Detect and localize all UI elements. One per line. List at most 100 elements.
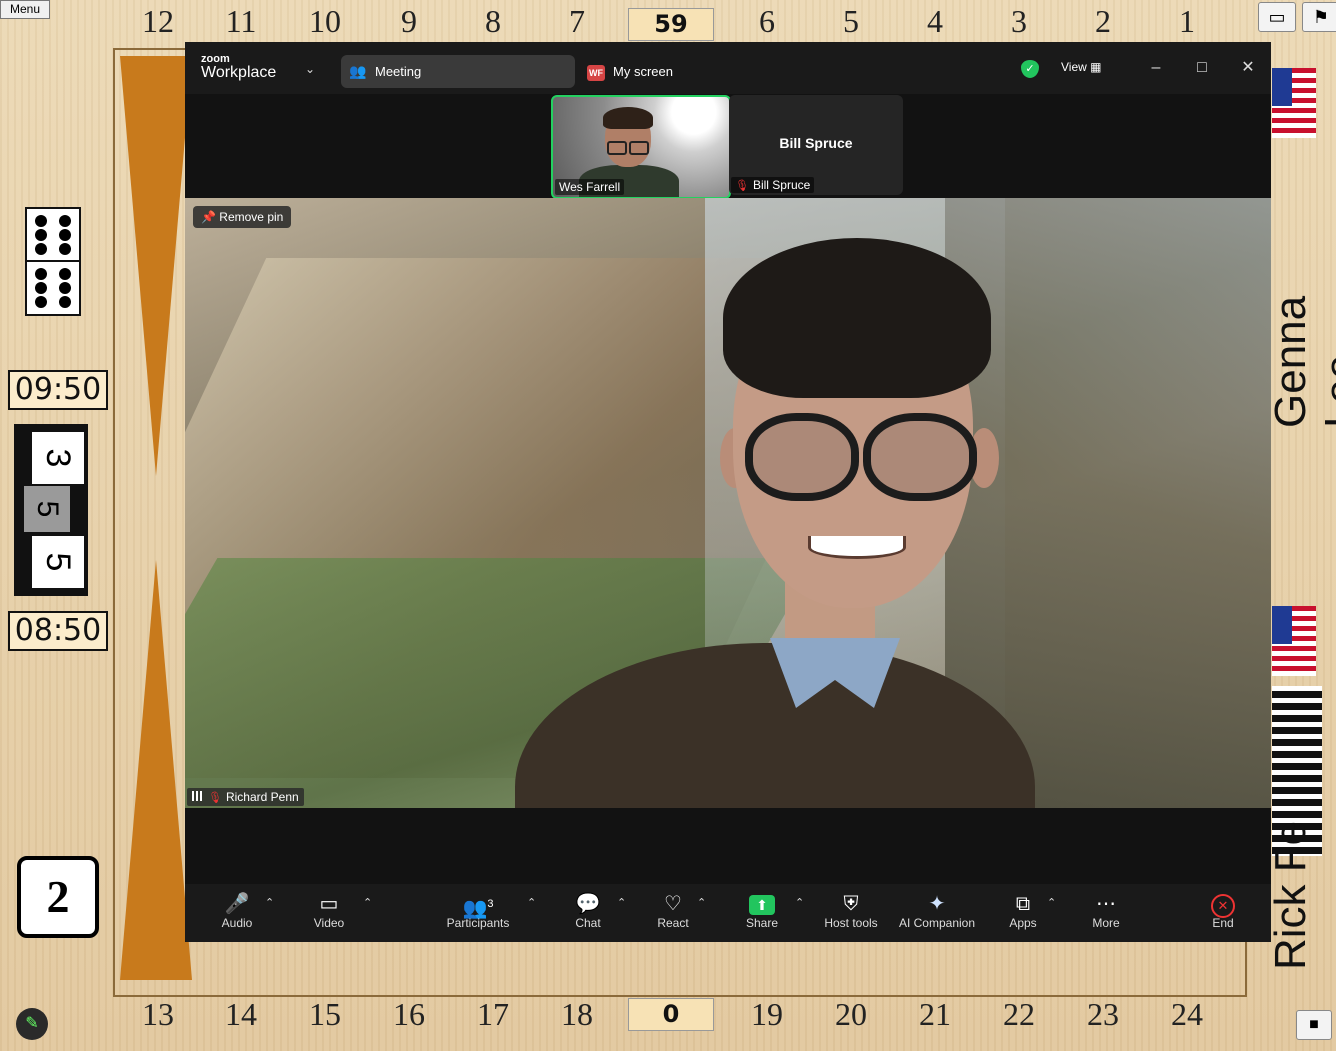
point-number: 9 xyxy=(401,3,417,39)
player-name-bottom: Rick Fe xyxy=(1266,820,1315,970)
end-call-icon: ✕ xyxy=(1209,892,1237,918)
chevron-up-icon[interactable]: ⌃ xyxy=(363,896,372,909)
sparkle-icon: ✦ xyxy=(928,893,946,915)
point-number: 13 xyxy=(142,996,174,1032)
point-number: 14 xyxy=(225,996,257,1032)
tab-meeting[interactable]: 👥 Meeting xyxy=(341,55,575,88)
remove-pin-label: Remove pin xyxy=(219,210,284,224)
end-button[interactable]: ✕ End xyxy=(1209,892,1237,930)
mic-muted-icon: 🎙 xyxy=(735,180,749,192)
ai-companion-button[interactable]: ✦ AI Companion xyxy=(897,892,977,930)
us-flag-icon xyxy=(1272,68,1316,138)
speaker-smile xyxy=(808,536,906,559)
menu-button[interactable]: Menu xyxy=(0,0,50,19)
audio-label: Audio xyxy=(221,916,253,930)
point-number: 11 xyxy=(225,3,257,39)
security-shield-icon[interactable]: ✓ xyxy=(1021,60,1039,78)
react-label: React xyxy=(657,916,689,930)
shield-icon: ⛨ xyxy=(843,893,859,915)
main-video[interactable]: 📌 Remove pin 🎙 Richard Penn xyxy=(185,198,1271,808)
remove-pin-button[interactable]: 📌 Remove pin xyxy=(193,206,292,228)
minimize-icon[interactable]: – xyxy=(1141,56,1171,80)
chevron-up-icon[interactable]: ⌃ xyxy=(1047,896,1056,909)
dice-six-bottom xyxy=(25,260,81,316)
apps-label: Apps xyxy=(1009,916,1037,930)
participants-count: 3 xyxy=(487,898,494,910)
point-number: 17 xyxy=(477,996,509,1032)
flag-icon[interactable]: ⚑ xyxy=(1302,2,1336,32)
signal-icon xyxy=(192,791,204,801)
clock-top: 09:50 xyxy=(8,370,108,410)
more-label: More xyxy=(1092,916,1120,930)
point-number: 6 xyxy=(759,3,775,39)
glasses-icon xyxy=(745,413,859,501)
microphone-icon: 🎤 xyxy=(224,893,250,915)
point-number: 22 xyxy=(1003,996,1035,1032)
speaker-name: Richard Penn xyxy=(225,790,299,804)
more-button[interactable]: ⋯ More xyxy=(1089,892,1123,930)
video-camera-icon: ▭ xyxy=(319,893,339,915)
pin-icon: 📌 xyxy=(201,210,216,224)
participants-button[interactable]: 👥3 Participants xyxy=(441,892,515,930)
chat-button[interactable]: 💬 Chat xyxy=(569,892,607,930)
chevron-up-icon[interactable]: ⌃ xyxy=(795,896,804,909)
mic-muted-icon: 🎙 xyxy=(208,792,222,804)
us-flag-icon xyxy=(1272,606,1316,676)
apps-icon: ⧉ xyxy=(1015,893,1031,915)
tab-meeting-label: Meeting xyxy=(375,64,422,79)
share-screen-icon: ⬆ xyxy=(741,892,783,916)
end-label: End xyxy=(1212,916,1234,930)
board-point[interactable] xyxy=(120,56,192,476)
video-thumbnail[interactable]: Bill Spruce 🎙 Bill Spruce xyxy=(729,95,903,195)
apps-button[interactable]: ⧉ Apps xyxy=(1007,892,1039,930)
participant-display-name: Bill Spruce xyxy=(779,135,853,151)
chevron-up-icon[interactable]: ⌃ xyxy=(697,896,706,909)
zoom-logo: zoom Workplace xyxy=(201,54,276,81)
chevron-up-icon[interactable]: ⌃ xyxy=(617,896,626,909)
glasses-icon xyxy=(863,413,977,501)
video-thumbnail[interactable]: Wes Farrell xyxy=(551,95,731,199)
zoom-logo-big: Workplace xyxy=(201,64,277,81)
share-label: Share xyxy=(745,916,779,930)
react-button[interactable]: ♡ React xyxy=(653,892,693,930)
view-button[interactable]: View ▦ xyxy=(1061,60,1101,74)
video-button[interactable]: ▭ Video xyxy=(307,892,351,930)
board-point[interactable] xyxy=(120,560,192,980)
monitor-icon[interactable]: ▭ xyxy=(1258,2,1296,32)
point-number: 4 xyxy=(927,3,943,39)
chevron-up-icon[interactable]: ⌃ xyxy=(527,896,536,909)
dice-tray[interactable]: 3 5 5 xyxy=(14,424,88,596)
glasses-icon xyxy=(607,141,627,155)
pencil-icon[interactable]: ✎ xyxy=(16,1008,48,1040)
doubling-cube[interactable]: 2 xyxy=(17,856,99,938)
video-label: Video xyxy=(313,916,345,930)
point-number: 12 xyxy=(142,3,174,39)
dice-six-top xyxy=(25,207,81,263)
participants-icon: 👥 xyxy=(349,63,367,79)
participant-name-tag: 🎙 Bill Spruce xyxy=(731,177,815,193)
heart-icon: ♡ xyxy=(664,893,682,915)
tab-my-screen[interactable]: WF My screen xyxy=(587,55,673,88)
point-number: 5 xyxy=(843,3,859,39)
share-button[interactable]: ⬆ Share xyxy=(741,892,783,930)
host-tools-button[interactable]: ⛨ Host tools xyxy=(821,892,881,930)
participant-name: Bill Spruce xyxy=(752,178,811,192)
camera-icon[interactable]: ■ xyxy=(1296,1010,1332,1040)
chevron-up-icon[interactable]: ⌃ xyxy=(265,896,274,909)
point-number: 24 xyxy=(1171,996,1203,1032)
ai-companion-label: AI Companion xyxy=(898,916,976,930)
top-pip-count: 59 xyxy=(628,8,714,41)
close-icon[interactable]: ✕ xyxy=(1233,56,1263,80)
audio-button[interactable]: 🎤 Audio xyxy=(215,892,259,930)
maximize-icon[interactable]: □ xyxy=(1187,56,1217,80)
tab-my-screen-label: My screen xyxy=(613,64,673,79)
point-number: 21 xyxy=(919,996,951,1032)
grid-icon: ▦ xyxy=(1090,60,1102,74)
point-number: 3 xyxy=(1011,3,1027,39)
thumbnail-hair xyxy=(603,107,653,129)
chevron-down-icon[interactable]: ⌄ xyxy=(305,62,315,76)
point-number: 10 xyxy=(309,3,341,39)
participants-label: Participants xyxy=(446,916,510,930)
point-number: 15 xyxy=(309,996,341,1032)
zoom-window: zoom Workplace ⌄ 👥 Meeting WF My screen ✓… xyxy=(185,42,1271,942)
